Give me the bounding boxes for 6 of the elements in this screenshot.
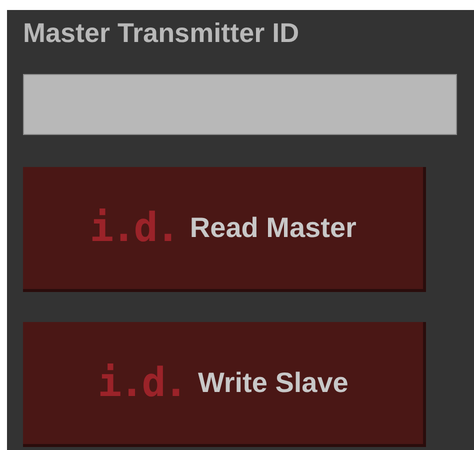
field-label: Master Transmitter ID <box>23 17 300 50</box>
logo-icon: i.d. <box>90 208 178 248</box>
action-button[interactable]: i.d. Read Master <box>23 167 426 292</box>
logo-icon: i.d. <box>98 363 186 403</box>
id-input-field[interactable] <box>23 74 457 135</box>
action-button[interactable]: i.d. Write Slave <box>23 322 426 447</box>
